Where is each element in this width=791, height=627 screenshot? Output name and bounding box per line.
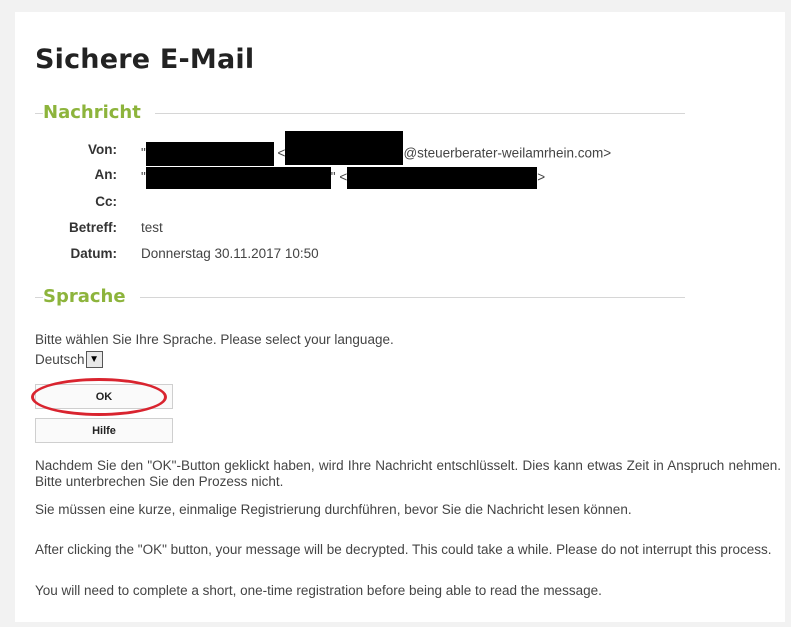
- info-en-paragraph-2: You will need to complete a short, one-t…: [35, 583, 602, 598]
- subject-value: test: [141, 220, 163, 235]
- subject-label: Betreff:: [68, 220, 117, 235]
- cc-row: Cc:: [35, 194, 735, 216]
- to-row: An: " " < >: [35, 167, 735, 189]
- info-de-paragraph-1: Nachdem Sie den "OK"-Button geklickt hab…: [35, 458, 781, 489]
- date-value: Donnerstag 30.11.2017 10:50: [141, 246, 319, 261]
- language-select[interactable]: Deutsch ▼: [35, 350, 103, 369]
- secure-mail-panel: Sichere E-Mail Nachricht Von: " < @steuer…: [15, 12, 785, 622]
- date-label: Datum:: [70, 246, 118, 261]
- language-prompt: Bitte wählen Sie Ihre Sprache. Please se…: [35, 332, 394, 347]
- message-section-header: Nachricht: [35, 102, 685, 123]
- from-domain: @steuerberater-weilamrhein.com>: [403, 145, 612, 161]
- cc-label: Cc:: [95, 194, 117, 209]
- section-divider-lead: [35, 297, 43, 298]
- info-de-paragraph-2: Sie müssen eine kurze, einmalige Registr…: [35, 502, 632, 517]
- from-row: Von: " < @steuerberater-weilamrhein.com>: [35, 131, 735, 166]
- language-section-title: Sprache: [43, 286, 130, 307]
- to-value: " " < >: [141, 167, 545, 189]
- help-button[interactable]: Hilfe: [35, 418, 173, 443]
- message-section-title: Nachricht: [43, 102, 145, 123]
- redacted-recipient-address: [347, 167, 538, 189]
- date-row: Datum: Donnerstag 30.11.2017 10:50: [35, 246, 735, 268]
- language-section-header: Sprache: [35, 286, 685, 307]
- section-divider: [155, 113, 685, 114]
- redacted-sender-user: [285, 131, 404, 165]
- section-divider: [140, 297, 685, 298]
- language-select-value: Deutsch: [35, 352, 85, 367]
- subject-row: Betreff: test: [35, 220, 735, 242]
- page-title: Sichere E-Mail: [35, 44, 255, 75]
- info-en-paragraph-1: After clicking the "OK" button, your mes…: [35, 542, 772, 557]
- section-divider-lead: [35, 113, 43, 114]
- from-label: Von:: [88, 142, 117, 157]
- chevron-down-icon[interactable]: ▼: [85, 351, 103, 368]
- to-label: An:: [94, 167, 118, 182]
- ok-button[interactable]: OK: [35, 384, 173, 409]
- from-value: " < @steuerberater-weilamrhein.com>: [141, 131, 612, 166]
- redacted-recipient-name: [145, 167, 331, 189]
- redacted-sender-name: [145, 142, 274, 166]
